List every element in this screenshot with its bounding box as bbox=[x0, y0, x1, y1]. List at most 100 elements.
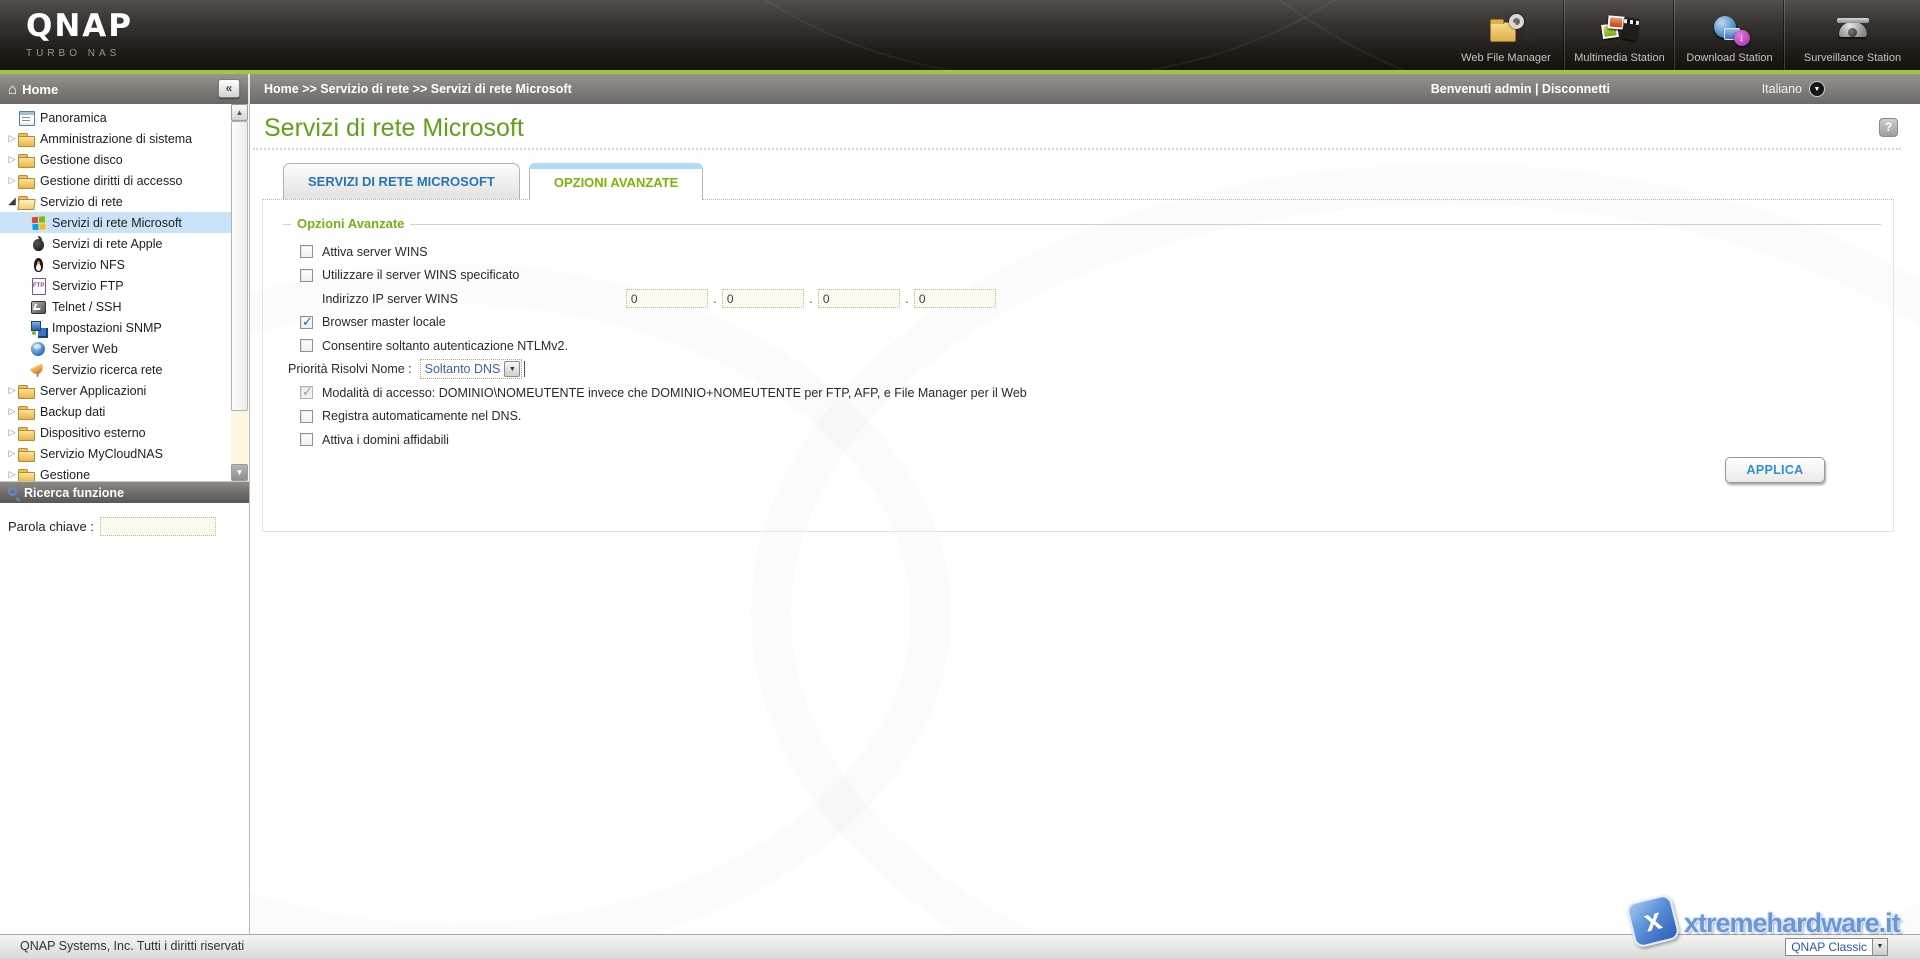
tree-item-label: Panoramica bbox=[40, 111, 107, 125]
search-panel-header[interactable]: Ricerca funzione bbox=[0, 481, 249, 503]
sidebar-collapse-button[interactable]: « bbox=[218, 79, 240, 98]
theme-select[interactable]: QNAP Classic ▼ bbox=[1785, 938, 1888, 956]
folder-icon bbox=[18, 383, 35, 399]
snmp-icon bbox=[30, 320, 47, 336]
tree-item-label: Backup dati bbox=[40, 405, 105, 419]
web-file-manager-button[interactable]: Web File Manager bbox=[1448, 0, 1564, 70]
text-caret bbox=[524, 361, 525, 377]
tab-servizi-di-rete-microsoft[interactable]: SERVIZI DI RETE MICROSOFT bbox=[283, 163, 520, 199]
sidebar-item-server-web[interactable]: Server Web bbox=[0, 338, 232, 359]
sidebar-item-servizi-di-rete-apple[interactable]: Servizi di rete Apple bbox=[0, 233, 232, 254]
station-label: Download Station bbox=[1686, 52, 1772, 64]
overview-icon bbox=[18, 110, 35, 126]
tab-opzioni-avanzate[interactable]: OPZIONI AVANZATE bbox=[529, 163, 703, 200]
tree-item-label: Servizio ricerca rete bbox=[52, 363, 162, 377]
copyright-text: QNAP Systems, Inc. Tutti i diritti riser… bbox=[20, 939, 244, 953]
expand-icon[interactable]: ▷ bbox=[6, 469, 18, 480]
collapse-tree-icon[interactable]: ◢ bbox=[6, 196, 18, 207]
tree-item-label: Gestione bbox=[40, 468, 90, 482]
sidebar-item-servizio-nfs[interactable]: Servizio NFS bbox=[0, 254, 232, 275]
checkbox-label: Utilizzare il server WINS specificato bbox=[322, 268, 519, 282]
scroll-thumb[interactable] bbox=[231, 121, 248, 411]
form-row: Registra automaticamente nel DNS. bbox=[283, 405, 1881, 429]
folder-icon bbox=[18, 467, 35, 482]
checkbox-label: Modalità di accesso: DOMINIO\NOMEUTENTE … bbox=[322, 386, 1027, 400]
tree-item-label: Server Web bbox=[52, 342, 118, 356]
apply-button[interactable]: APPLICA bbox=[1725, 457, 1825, 483]
tree-scrollbar[interactable]: ▲ ▼ bbox=[231, 104, 248, 481]
attiva-server-wins-checkbox[interactable] bbox=[300, 245, 313, 258]
dns-register-checkbox[interactable] bbox=[300, 410, 313, 423]
sidebar-item-amministrazione-di-sistema[interactable]: ▷ Amministrazione di sistema bbox=[0, 128, 232, 149]
chevron-down-icon[interactable]: ▼ bbox=[1809, 81, 1825, 97]
expand-icon[interactable]: ▷ bbox=[6, 133, 18, 144]
multimedia-station-button[interactable]: Multimedia Station bbox=[1564, 0, 1674, 70]
language-selector[interactable]: Italiano ▼ bbox=[1762, 74, 1825, 104]
keyword-label: Parola chiave : bbox=[8, 519, 94, 534]
sidebar-item-gestione[interactable]: ▷ Gestione bbox=[0, 464, 232, 481]
ntlmv2-checkbox[interactable] bbox=[300, 339, 313, 352]
ip-octet-input[interactable]: 0 bbox=[818, 289, 900, 308]
breadcrumb[interactable]: Home >> Servizio di rete >> Servizi di r… bbox=[264, 74, 572, 104]
expand-icon[interactable]: ▷ bbox=[6, 406, 18, 417]
scroll-up-button[interactable]: ▲ bbox=[231, 104, 248, 121]
welcome-logout-link[interactable]: Benvenuti admin | Disconnetti bbox=[1431, 74, 1610, 104]
chevron-down-icon[interactable]: ▼ bbox=[504, 361, 520, 377]
ip-octet-input[interactable]: 0 bbox=[722, 289, 804, 308]
utilizzare-server-wins-checkbox[interactable] bbox=[300, 269, 313, 282]
expand-icon[interactable]: ▷ bbox=[6, 448, 18, 459]
sidebar-item-gestione-diritti-di-accesso[interactable]: ▷ Gestione diritti di accesso bbox=[0, 170, 232, 191]
station-label: Web File Manager bbox=[1461, 52, 1551, 64]
browser-master-locale-checkbox[interactable] bbox=[300, 316, 313, 329]
sidebar-item-gestione-disco[interactable]: ▷ Gestione disco bbox=[0, 149, 232, 170]
help-button[interactable]: ? bbox=[1879, 118, 1898, 137]
name-resolve-priority-select[interactable]: Soltanto DNS ▼ bbox=[420, 359, 523, 379]
ip-octet-input[interactable]: 0 bbox=[914, 289, 996, 308]
sidebar-item-dispositivo-esterno[interactable]: ▷ Dispositivo esterno bbox=[0, 422, 232, 443]
tab-label: SERVIZI DI RETE MICROSOFT bbox=[308, 174, 495, 189]
chevron-down-icon[interactable]: ▼ bbox=[1872, 939, 1887, 955]
sidebar-header: ⌂ Home « bbox=[0, 74, 250, 104]
terminal-icon bbox=[30, 299, 47, 315]
home-icon: ⌂ bbox=[8, 81, 17, 98]
sidebar-item-panoramica[interactable]: Panoramica bbox=[0, 107, 232, 128]
station-label: Surveillance Station bbox=[1804, 52, 1901, 64]
search-icon bbox=[8, 487, 17, 496]
access-mode-checkbox bbox=[300, 386, 313, 399]
sidebar-item-servizio-ftp[interactable]: Servizio FTP bbox=[0, 275, 232, 296]
linux-icon bbox=[30, 257, 47, 273]
download-station-icon: ↓ bbox=[1710, 14, 1750, 50]
folder-icon bbox=[18, 425, 35, 441]
sidebar-item-telnet-ssh[interactable]: Telnet / SSH bbox=[0, 296, 232, 317]
checkbox-label: Attiva server WINS bbox=[322, 245, 428, 259]
sidebar-item-backup-dati[interactable]: ▷ Backup dati bbox=[0, 401, 232, 422]
sidebar-item-server-applicazioni[interactable]: ▷ Server Applicazioni bbox=[0, 380, 232, 401]
sidebar-item-servizio-ricerca-rete[interactable]: Servizio ricerca rete bbox=[0, 359, 232, 380]
tree-item-label: Dispositivo esterno bbox=[40, 426, 146, 440]
qnap-logo: QNAP TURBO NAS bbox=[26, 8, 133, 59]
apple-icon bbox=[30, 236, 47, 252]
form-row: Indirizzo IP server WINS 0 . 0 . 0 . 0 bbox=[283, 287, 1881, 311]
scroll-down-button[interactable]: ▼ bbox=[231, 464, 248, 481]
checkbox-label: Attiva i domini affidabili bbox=[322, 433, 449, 447]
sidebar-item-servizio-di-rete[interactable]: ◢ Servizio di rete bbox=[0, 191, 232, 212]
ip-octet-input[interactable]: 0 bbox=[626, 289, 708, 308]
expand-icon[interactable]: ▷ bbox=[6, 427, 18, 438]
theme-value: QNAP Classic bbox=[1786, 940, 1872, 954]
download-station-button[interactable]: ↓ Download Station bbox=[1674, 0, 1784, 70]
navigation-tree: Panoramica ▷ Amministrazione di sistema … bbox=[0, 104, 232, 481]
sidebar-item-servizi-di-rete-microsoft[interactable]: Servizi di rete Microsoft bbox=[0, 212, 232, 233]
tab-content-panel: Opzioni Avanzate Attiva server WINS Util… bbox=[262, 199, 1894, 532]
surveillance-station-button[interactable]: Surveillance Station bbox=[1784, 0, 1920, 70]
sidebar-item-servizio-mycloudnas[interactable]: ▷ Servizio MyCloudNAS bbox=[0, 443, 232, 464]
priority-label: Priorità Risolvi Nome : bbox=[288, 362, 412, 376]
sidebar-item-impostazioni-snmp[interactable]: Impostazioni SNMP bbox=[0, 317, 232, 338]
expand-icon[interactable]: ▷ bbox=[6, 175, 18, 186]
status-bar: QNAP Systems, Inc. Tutti i diritti riser… bbox=[0, 934, 1920, 959]
keyword-input[interactable] bbox=[100, 517, 216, 536]
trusted-domains-checkbox[interactable] bbox=[300, 433, 313, 446]
ip-separator: . bbox=[900, 292, 914, 306]
tree-item-label: Impostazioni SNMP bbox=[52, 321, 162, 335]
expand-icon[interactable]: ▷ bbox=[6, 385, 18, 396]
expand-icon[interactable]: ▷ bbox=[6, 154, 18, 165]
